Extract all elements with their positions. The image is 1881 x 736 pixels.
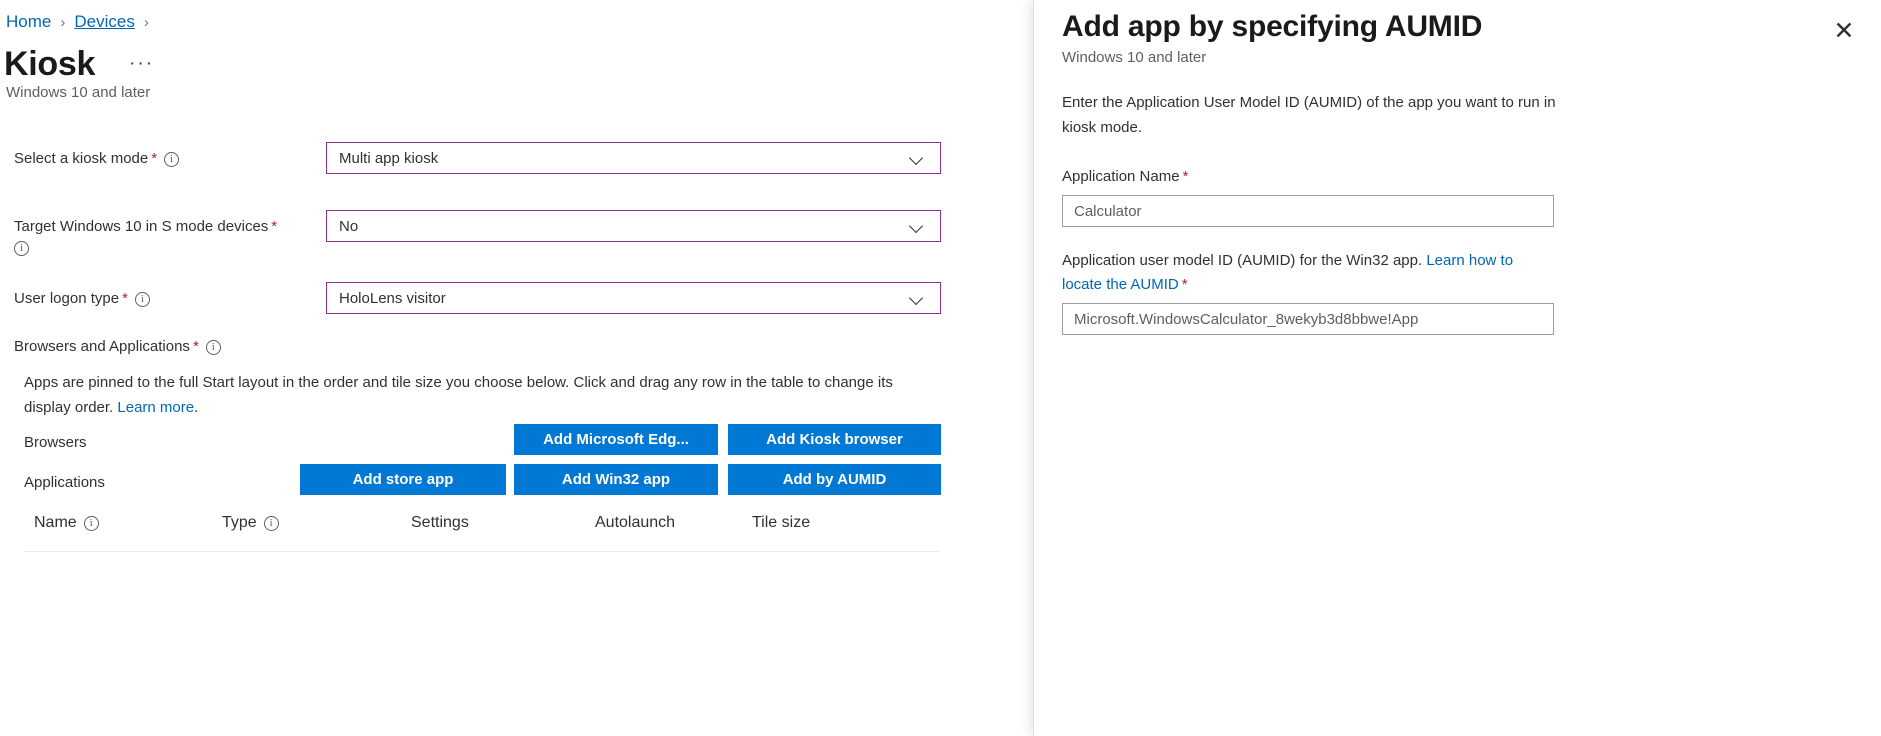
info-icon[interactable]: i xyxy=(135,292,150,307)
aumid-input[interactable]: Microsoft.WindowsCalculator_8wekyb3d8bbw… xyxy=(1062,303,1554,335)
page-title-row: Kiosk ··· xyxy=(4,44,158,84)
breadcrumb-separator-icon: › xyxy=(60,14,65,31)
panel-header: Add app by specifying AUMID Windows 10 a… xyxy=(1062,8,1853,66)
label-logon-type: User logon type* i xyxy=(14,288,319,309)
label-application-name-text: Application Name xyxy=(1062,168,1180,185)
required-asterisk: * xyxy=(1183,168,1189,185)
label-aumid: Application user model ID (AUMID) for th… xyxy=(1062,249,1557,297)
application-name-input[interactable]: Calculator xyxy=(1062,195,1554,227)
apps-table-header: Namei Typei Settings Autolaunch Tile siz… xyxy=(24,514,940,552)
page-subtitle: Windows 10 and later xyxy=(6,84,150,101)
panel-title: Add app by specifying AUMID xyxy=(1062,8,1853,46)
label-aumid-text: Application user model ID (AUMID) for th… xyxy=(1062,252,1426,269)
column-header-tile-size[interactable]: Tile size xyxy=(752,514,810,532)
label-s-mode: Target Windows 10 in S mode devices* i xyxy=(14,216,319,258)
label-kiosk-mode: Select a kiosk mode* i xyxy=(14,148,319,169)
label-s-mode-text: Target Windows 10 in S mode devices xyxy=(14,218,268,235)
add-microsoft-edge-button[interactable]: Add Microsoft Edg... xyxy=(514,424,718,455)
browsers-applications-description: Apps are pinned to the full Start layout… xyxy=(24,370,924,420)
required-asterisk: * xyxy=(122,290,128,307)
info-icon[interactable]: i xyxy=(14,241,29,256)
info-icon[interactable]: i xyxy=(84,516,99,531)
dropdown-s-mode[interactable]: No xyxy=(326,210,941,242)
label-logon-type-text: User logon type xyxy=(14,290,119,307)
breadcrumb-item-home[interactable]: Home xyxy=(6,12,51,32)
info-icon[interactable]: i xyxy=(206,340,221,355)
column-header-name-label: Name xyxy=(34,514,77,532)
chevron-down-icon xyxy=(910,150,926,166)
add-by-aumid-button[interactable]: Add by AUMID xyxy=(728,464,941,495)
breadcrumb-item-devices[interactable]: Devices xyxy=(74,12,134,32)
breadcrumb-separator-icon: › xyxy=(144,14,149,31)
breadcrumb: Home › Devices › xyxy=(6,12,158,32)
panel-description: Enter the Application User Model ID (AUM… xyxy=(1062,90,1582,140)
column-header-type[interactable]: Typei xyxy=(222,514,279,532)
required-asterisk: * xyxy=(1182,276,1188,293)
add-kiosk-browser-button[interactable]: Add Kiosk browser xyxy=(728,424,941,455)
info-icon[interactable]: i xyxy=(264,516,279,531)
label-browsers-applications-text: Browsers and Applications xyxy=(14,338,190,355)
dropdown-s-mode-value: No xyxy=(339,218,910,235)
chevron-down-icon xyxy=(910,290,926,306)
required-asterisk: * xyxy=(151,150,157,167)
aumid-field-group: Application user model ID (AUMID) for th… xyxy=(1062,249,1853,335)
column-header-settings[interactable]: Settings xyxy=(411,514,469,532)
close-icon[interactable]: ✕ xyxy=(1827,14,1861,48)
page-title: Kiosk xyxy=(4,44,95,84)
description-period: . xyxy=(194,399,198,416)
application-name-field-group: Application Name* Calculator xyxy=(1062,165,1853,227)
add-win32-app-button[interactable]: Add Win32 app xyxy=(514,464,718,495)
column-header-autolaunch[interactable]: Autolaunch xyxy=(595,514,675,532)
chevron-down-icon xyxy=(910,218,926,234)
column-header-type-label: Type xyxy=(222,514,257,532)
dropdown-logon-type-value: HoloLens visitor xyxy=(339,290,910,307)
required-asterisk: * xyxy=(193,338,199,355)
main-content: Home › Devices › Kiosk ··· Windows 10 an… xyxy=(0,0,1030,736)
learn-more-link[interactable]: Learn more xyxy=(117,399,194,416)
label-kiosk-mode-text: Select a kiosk mode xyxy=(14,150,148,167)
add-aumid-panel: Add app by specifying AUMID Windows 10 a… xyxy=(1033,0,1881,736)
column-header-name[interactable]: Namei xyxy=(34,514,99,532)
info-icon[interactable]: i xyxy=(164,152,179,167)
row-label-browsers: Browsers xyxy=(24,434,87,451)
more-options-button[interactable]: ··· xyxy=(125,47,158,81)
required-asterisk: * xyxy=(271,218,277,235)
add-store-app-button[interactable]: Add store app xyxy=(300,464,506,495)
dropdown-logon-type[interactable]: HoloLens visitor xyxy=(326,282,941,314)
panel-subtitle: Windows 10 and later xyxy=(1062,49,1853,66)
row-label-applications: Applications xyxy=(24,474,105,491)
panel-body: Enter the Application User Model ID (AUM… xyxy=(1062,90,1853,335)
dropdown-kiosk-mode[interactable]: Multi app kiosk xyxy=(326,142,941,174)
dropdown-kiosk-mode-value: Multi app kiosk xyxy=(339,150,910,167)
label-application-name: Application Name* xyxy=(1062,165,1853,189)
kiosk-configuration-page: Home › Devices › Kiosk ··· Windows 10 an… xyxy=(0,0,1881,736)
label-browsers-applications: Browsers and Applications* i xyxy=(14,338,221,355)
